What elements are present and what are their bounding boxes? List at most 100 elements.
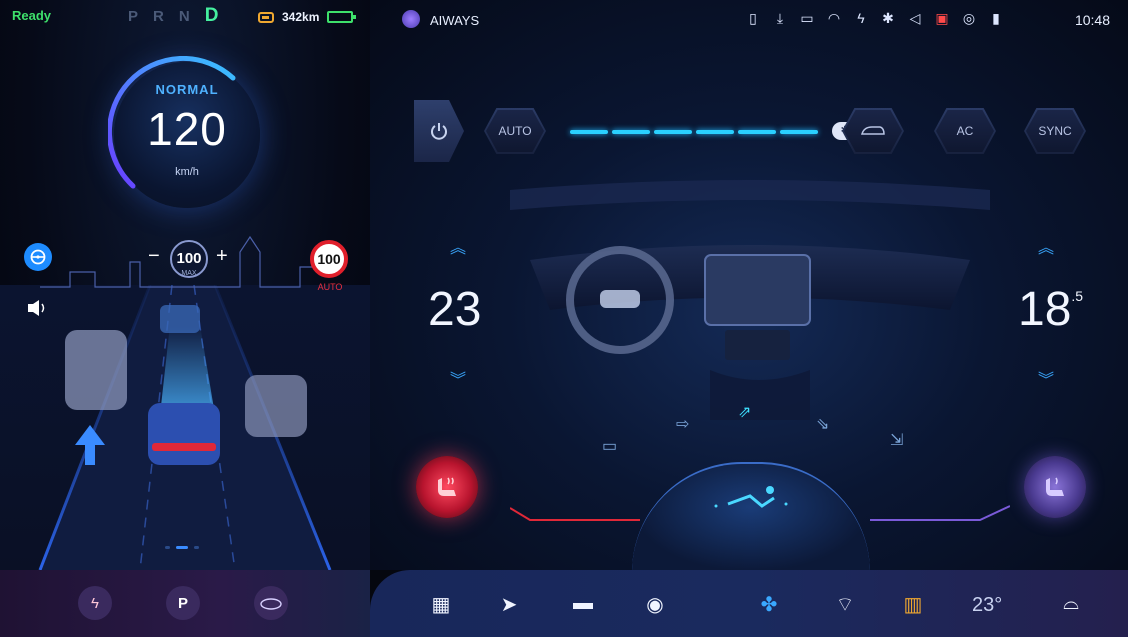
steering-wheel-icon	[30, 249, 46, 265]
defrost-vent-icon[interactable]: ⇲	[890, 430, 903, 450]
climate-power-button[interactable]	[414, 100, 464, 162]
speed-limit-mode: AUTO	[317, 282, 343, 292]
status-bar: AIWAYS ▯ ⤓ ▭ ◠ ϟ ✱ ◁ ▣ ◎ ▮ 10:48	[370, 0, 1128, 40]
download-icon: ⤓	[776, 10, 784, 26]
speed-limit-sign: 100	[310, 240, 348, 278]
ready-indicator: Ready	[12, 8, 52, 23]
gear-r: R	[153, 8, 165, 25]
feet-vent-icon[interactable]: ⇘	[816, 414, 829, 434]
signal-icon: ▮	[992, 10, 1000, 26]
range-value: 342km	[282, 10, 320, 24]
speed-limit-value: 100	[317, 251, 341, 267]
outside-temperature: 23°	[972, 594, 1003, 616]
page-dot	[194, 546, 199, 549]
driver-seat-heat-button[interactable]	[416, 456, 478, 518]
page-indicator	[165, 546, 199, 549]
recirculation-button[interactable]	[842, 108, 904, 154]
park-assist-icon: P	[177, 594, 188, 612]
gear-n: N	[178, 8, 191, 25]
fan-icon[interactable]: ✤	[754, 592, 784, 617]
body-vent-icon[interactable]: ⇗	[738, 402, 751, 422]
climate-controls: AUTO ✻ 7 AC SYNC	[410, 100, 1100, 164]
temp-right-up-button[interactable]: ︽	[1038, 234, 1054, 258]
drive-mode: NORMAL	[155, 82, 219, 97]
seat-airflow-zone[interactable]	[632, 462, 870, 570]
bluetooth-icon: ✱	[882, 10, 894, 26]
message-icon: ▭	[800, 10, 814, 26]
instrument-cluster: Ready P R N D 342km NORMAL 120 km/h − 10…	[0, 0, 370, 570]
temp-left-down-button[interactable]: ︾	[450, 366, 466, 390]
fan-segment	[612, 130, 650, 134]
car-icon[interactable]: ▬	[568, 592, 598, 615]
temp-left-up-button[interactable]: ︽	[450, 234, 466, 258]
cruise-set-speed: 100 MAX	[170, 240, 208, 278]
app-logo-icon[interactable]	[402, 10, 420, 28]
fan-segment	[738, 130, 776, 134]
360-camera-icon	[260, 598, 282, 610]
seat-airflow-icon	[714, 486, 788, 508]
climate-panel: AIWAYS ▯ ⤓ ▭ ◠ ϟ ✱ ◁ ▣ ◎ ▮ 10:48 AUTO AC…	[370, 0, 1128, 570]
temp-right-decimal: .5	[1071, 288, 1084, 304]
dock-right	[370, 570, 1128, 637]
face-vent-icon[interactable]: ⇨	[676, 414, 689, 434]
app-name: AIWAYS	[430, 13, 480, 28]
seat-heat-icon	[1046, 477, 1064, 496]
speed-value: 120	[147, 103, 227, 155]
charge-button[interactable]: ϟ	[78, 586, 112, 620]
gps-icon: ◎	[962, 10, 976, 26]
speedometer: NORMAL 120 km/h	[108, 56, 260, 208]
passenger-seat-heat-button[interactable]	[1024, 456, 1086, 518]
battery-icon	[327, 11, 357, 23]
adas-visualization	[38, 284, 332, 570]
ac-label: AC	[956, 124, 974, 138]
mute-icon: ◁	[909, 10, 921, 26]
sim-icon: ▯	[749, 10, 757, 26]
windshield-vent-icon[interactable]: ▭	[602, 436, 617, 456]
range-display: 342km	[258, 10, 357, 24]
speed-unit: km/h	[175, 166, 199, 178]
navigation-icon[interactable]: ➤	[494, 592, 524, 617]
steering-assist-button[interactable]	[24, 243, 52, 271]
auto-button[interactable]: AUTO	[484, 108, 546, 154]
cabin-illustration	[510, 180, 990, 420]
temp-right-integer: 18	[1018, 283, 1072, 336]
set-speed-label: MAX	[181, 270, 197, 277]
ac-button[interactable]: AC	[934, 108, 996, 154]
rear-defrost-icon[interactable]: ▥	[898, 592, 928, 617]
fan-segment	[696, 130, 734, 134]
clock: 10:48	[1074, 12, 1110, 28]
hotspot-icon: ϟ	[857, 10, 865, 26]
front-defrost-icon[interactable]: ⌔	[830, 592, 860, 617]
gear-d: D	[204, 5, 220, 26]
set-speed-value: 100	[176, 250, 202, 267]
heat-line-left	[510, 507, 640, 521]
increase-speed-button[interactable]: +	[216, 245, 228, 268]
range-icon	[258, 11, 274, 23]
gear-p: P	[128, 8, 140, 25]
wifi-icon: ◠	[827, 10, 841, 26]
360-camera-button[interactable]	[254, 586, 288, 620]
sync-button[interactable]: SYNC	[1024, 108, 1086, 154]
sync-label: SYNC	[1038, 124, 1072, 138]
recirculation-icon	[861, 126, 885, 135]
fan-segment	[654, 130, 692, 134]
media-icon[interactable]: ◉	[640, 592, 670, 617]
recirculation-icon[interactable]: ⌓	[1056, 592, 1086, 615]
speaker-icon[interactable]	[28, 300, 50, 316]
temp-left-value: 23	[428, 283, 482, 336]
fan-segment	[570, 130, 608, 134]
auto-label: AUTO	[498, 124, 532, 138]
charge-icon: ϟ	[91, 594, 99, 612]
seat-heat-icon	[438, 477, 456, 496]
page-dot-active	[176, 546, 188, 549]
gear-selector: P R N D	[128, 5, 219, 27]
temp-right-down-button[interactable]: ︾	[1038, 366, 1054, 390]
temp-right-value: 18.5	[1018, 282, 1083, 337]
decrease-speed-button[interactable]: −	[148, 245, 160, 268]
page-dot	[165, 546, 170, 549]
road-view	[0, 284, 370, 570]
apps-icon[interactable]: ▦	[426, 592, 456, 617]
heat-line-right	[870, 505, 1010, 521]
fan-speed-slider[interactable]	[570, 130, 818, 134]
park-assist-button[interactable]: P	[166, 586, 200, 620]
